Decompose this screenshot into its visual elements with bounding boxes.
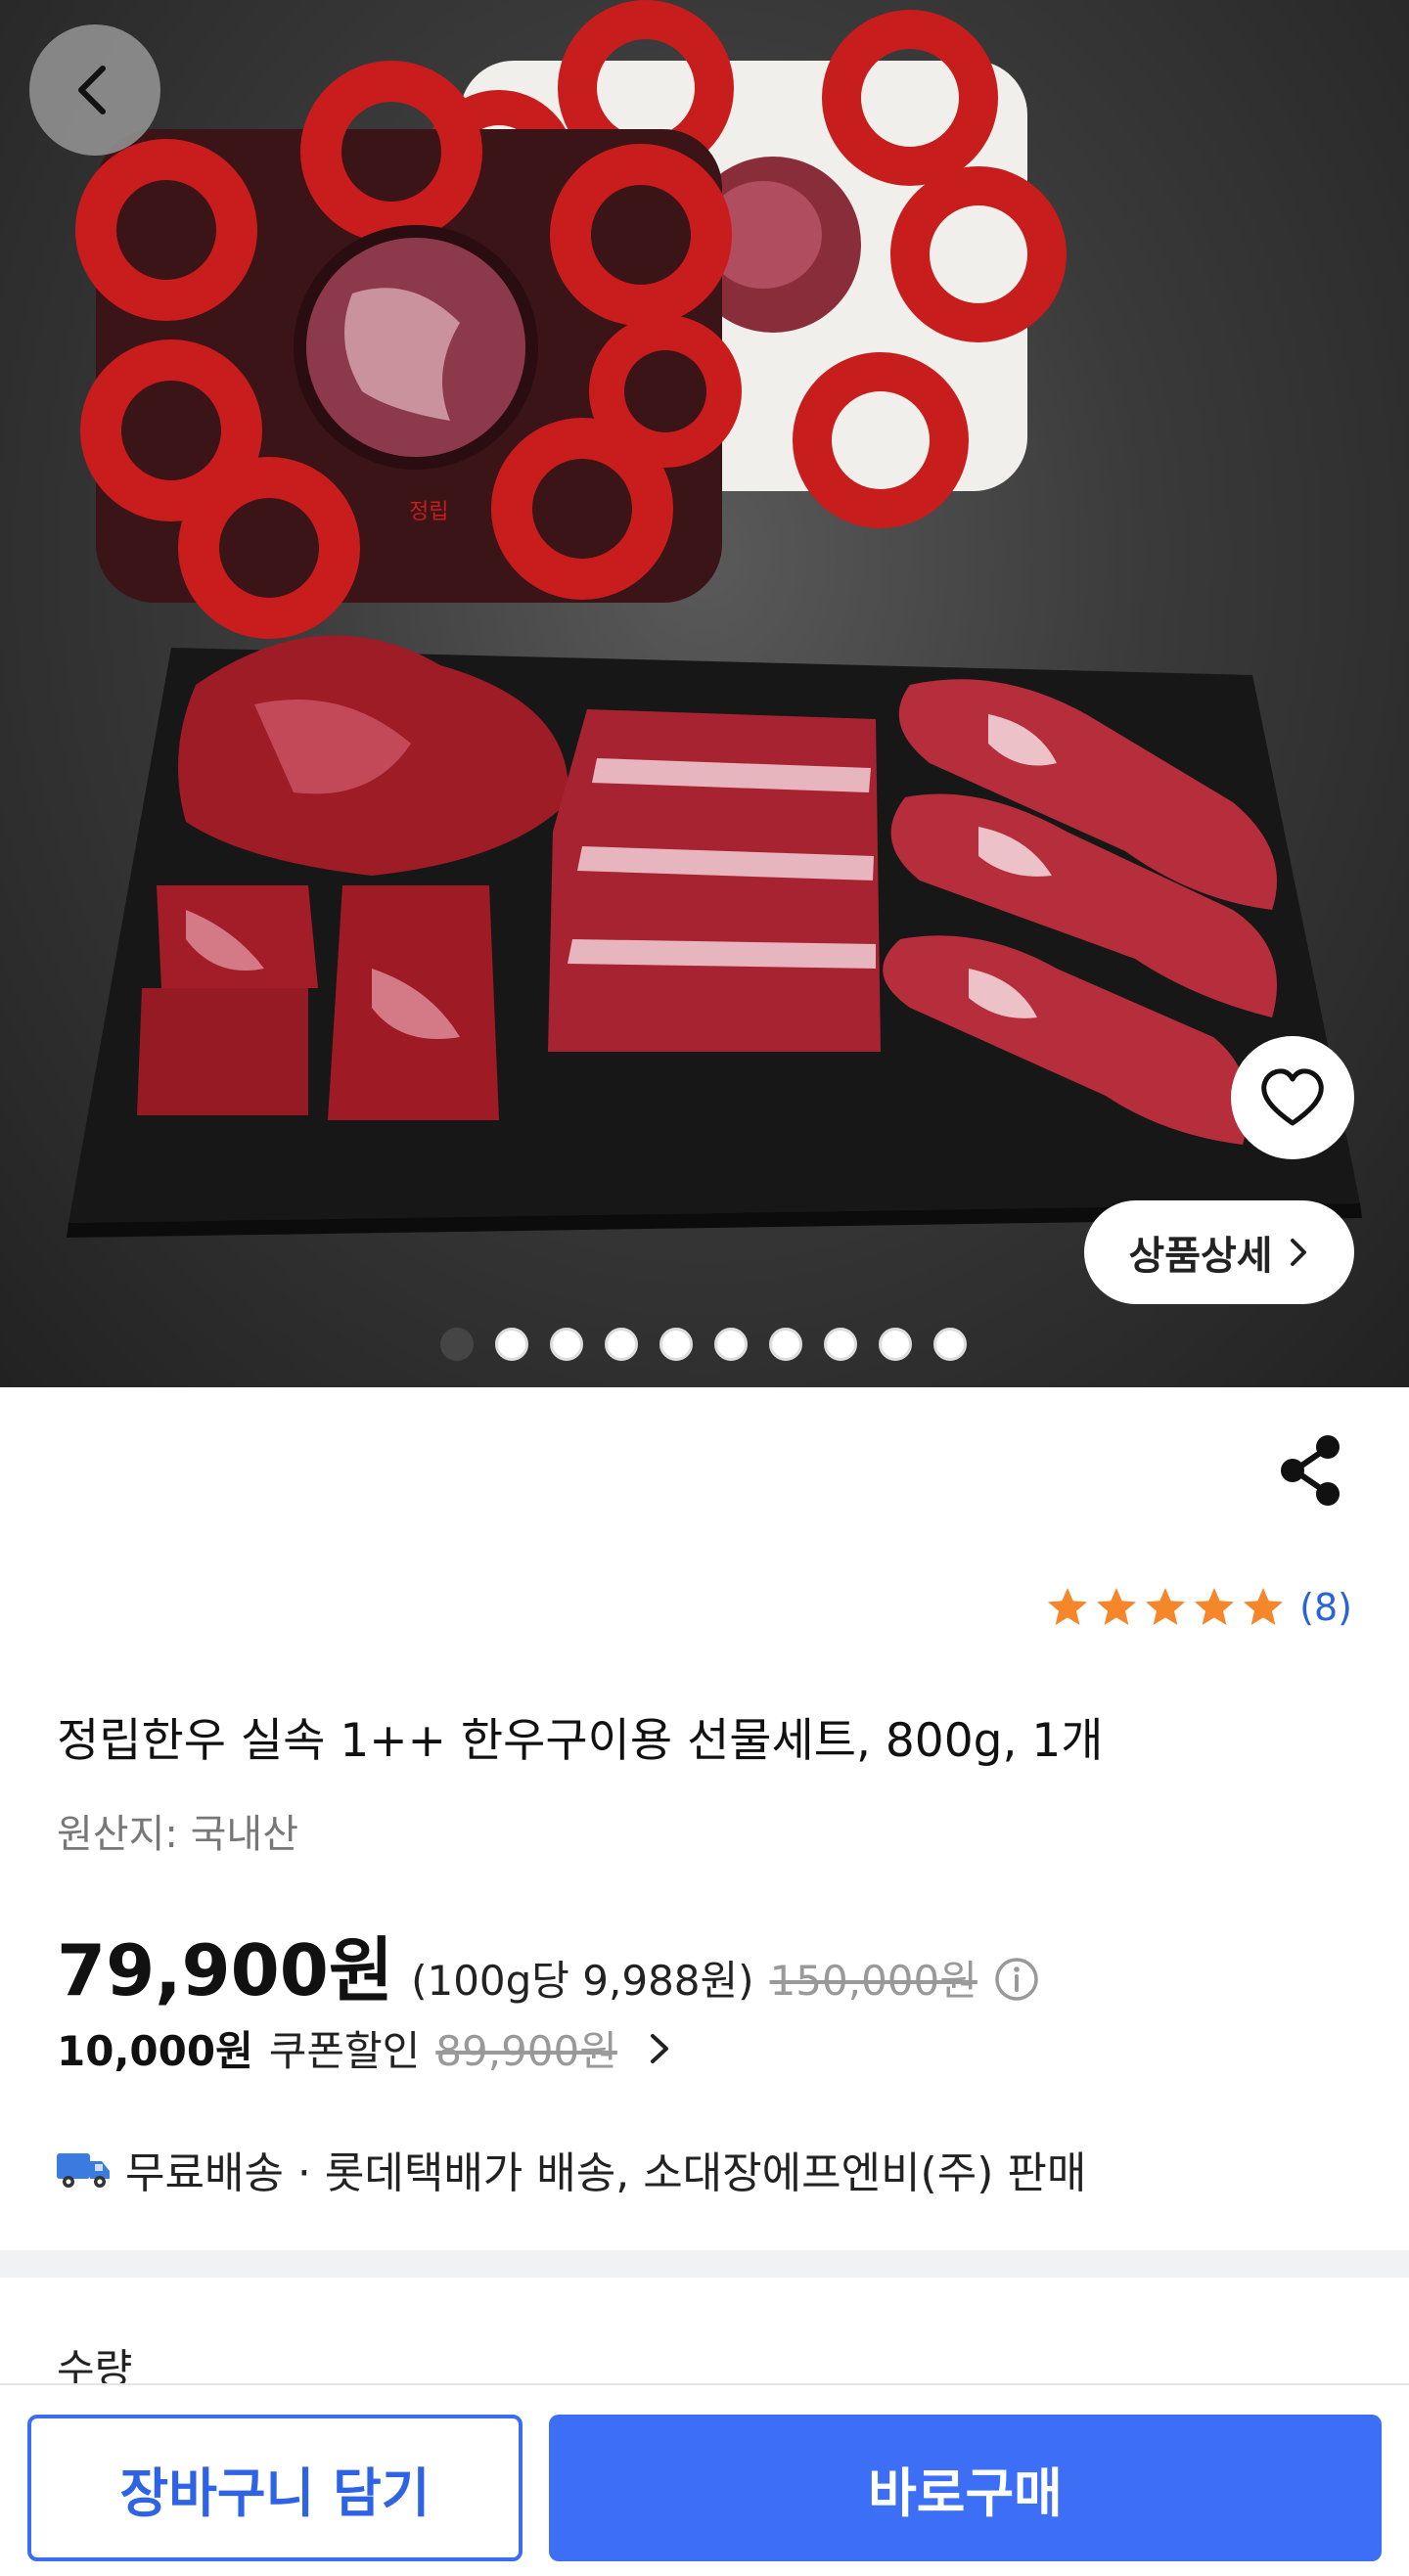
chevron-left-icon [78, 66, 106, 114]
svg-text:정립: 정립 [409, 500, 448, 524]
carousel-dot[interactable] [495, 1328, 528, 1361]
carousel-indicator [440, 1328, 967, 1361]
truck-icon [57, 2153, 110, 2188]
share-button[interactable] [1277, 1433, 1347, 1508]
star-icon [1048, 1588, 1088, 1625]
product-origin: 원산지: 국내산 [57, 1812, 298, 1857]
share-icon [1281, 1435, 1340, 1506]
wishlist-button[interactable] [1231, 1036, 1354, 1159]
carousel-dot[interactable] [605, 1328, 638, 1361]
carousel-dot[interactable] [440, 1328, 474, 1361]
section-divider [0, 2250, 1409, 2278]
product-detail-button[interactable]: 상품상세 [1084, 1200, 1354, 1304]
carousel-dot[interactable] [769, 1328, 802, 1361]
product-title: 정립한우 실속 1++ 한우구이용 선물세트, 800g, 1개 [57, 1714, 1104, 1768]
bottom-action-bar: 장바구니 담기 바로구매 [0, 2383, 1409, 2576]
shipping-info: 무료배송 · 롯데택배가 배송, 소대장에프엔비(주) 판매 [55, 2138, 1086, 2200]
unit-price: (100g당 9,988원) [411, 1957, 754, 2005]
product-photo: 정립 [67, 0, 1362, 1238]
heart-icon [1261, 1068, 1324, 1126]
dark-gift-box: 정립 [75, 61, 742, 639]
carousel-dot[interactable] [714, 1328, 748, 1361]
chevron-right-icon [1290, 1239, 1306, 1266]
coupon-row[interactable]: 10,000원 쿠폰할인 89,900원 [57, 2018, 676, 2078]
star-icon [1195, 1588, 1235, 1625]
carousel-dot[interactable] [824, 1328, 857, 1361]
star-icon [1244, 1588, 1284, 1625]
back-button[interactable] [29, 24, 160, 156]
carousel-dot[interactable] [550, 1328, 583, 1361]
product-detail-label: 상품상세 [1128, 1234, 1273, 1279]
coupon-label: 쿠폰할인 [268, 2027, 421, 2075]
info-icon[interactable] [993, 1956, 1040, 2003]
original-price: 150,000원 [769, 1957, 977, 2005]
price-row: 79,900원 (100g당 9,988원) 150,000원 [57, 1913, 1040, 2015]
sale-price: 79,900원 [57, 1929, 394, 2011]
coupon-amount: 10,000원 [57, 2027, 253, 2075]
meat-slab [548, 709, 881, 1052]
carousel-dot[interactable] [659, 1328, 693, 1361]
carousel-dot[interactable] [933, 1328, 967, 1361]
review-count-link[interactable]: (8) [1299, 1586, 1352, 1629]
shipping-text: 무료배송 · 롯데택배가 배송, 소대장에프엔비(주) 판매 [125, 2148, 1087, 2198]
rating-stars [1045, 1585, 1286, 1630]
carousel-dot[interactable] [879, 1328, 912, 1361]
product-image-carousel[interactable]: 정립 상품상세 [0, 0, 1409, 1387]
coupon-original-price: 89,900원 [435, 2027, 617, 2075]
star-icon [1097, 1588, 1137, 1625]
rating-summary[interactable]: (8) [1045, 1585, 1352, 1630]
chevron-right-icon [650, 2033, 668, 2063]
star-icon [1146, 1588, 1186, 1625]
buy-now-button[interactable]: 바로구매 [549, 2415, 1382, 2561]
add-to-cart-button[interactable]: 장바구니 담기 [27, 2415, 523, 2561]
